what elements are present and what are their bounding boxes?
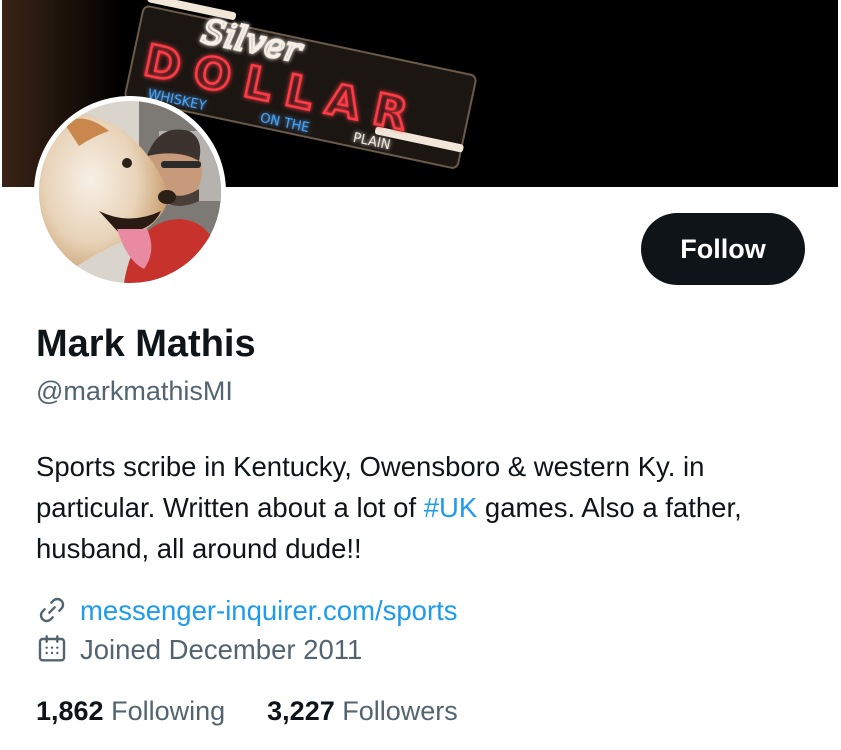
website-link[interactable]: messenger-inquirer.com/sports [80,595,458,627]
joined-date: Joined December 2011 [80,634,363,665]
followers-count: 3,227 [267,696,335,726]
website-row: messenger-inquirer.com/sports [36,594,458,628]
calendar-icon [36,633,70,667]
follow-button[interactable]: Follow [641,213,805,285]
followers-stat[interactable]: 3,227 Followers [267,696,458,727]
profile-bio: Sports scribe in Kentucky, Owensboro & w… [36,446,816,569]
link-icon [36,594,70,628]
avatar[interactable] [34,96,226,288]
hashtag-link[interactable]: #UK [424,492,478,523]
joined-row: Joined December 2011 [36,633,362,667]
following-count: 1,862 [36,696,104,726]
following-label: Following [111,696,226,726]
following-stat[interactable]: 1,862 Following [36,696,225,727]
followers-label: Followers [342,696,458,726]
follow-stats: 1,862 Following 3,227 Followers [36,696,500,727]
avatar-photo [39,101,221,283]
profile-name: Mark Mathis [36,323,256,365]
profile-handle: @markmathisMI [36,376,233,406]
